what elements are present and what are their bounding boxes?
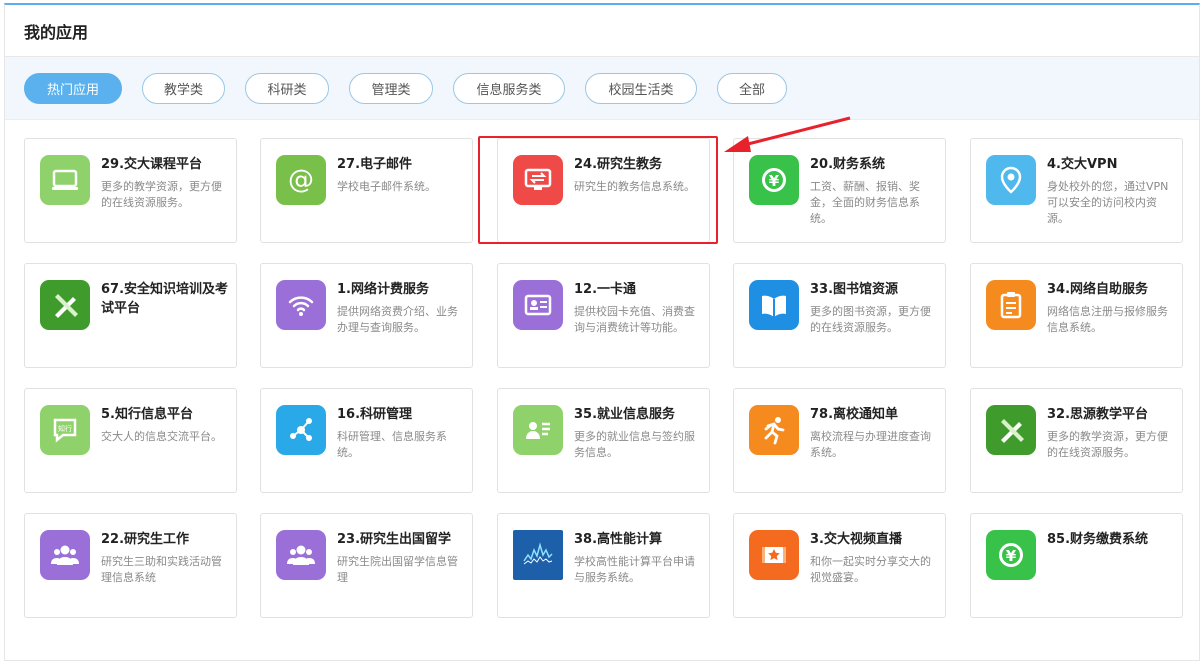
app-description: 离校流程与办理进度查询系统。	[810, 430, 931, 459]
app-name: 1.网络计费服务	[337, 282, 429, 297]
tab-research[interactable]: 科研类	[245, 72, 329, 104]
film-star-icon	[749, 530, 799, 580]
resume-icon	[513, 405, 563, 455]
app-description: 提供网络资费介绍、业务办理与查询服务。	[337, 305, 458, 334]
app-name: 27.电子邮件	[337, 157, 413, 172]
app-card-info-platform[interactable]: 知行 5.知行信息平台 交大人的信息交流平台。	[24, 388, 237, 493]
tab-campus-life[interactable]: 校园生活类	[585, 72, 697, 104]
app-card-finance[interactable]: ¥ 20.财务系统 工资、薪酬、报销、奖金，全面的财务信息系统。	[733, 138, 946, 243]
app-description: 研究生的教务信息系统。	[574, 180, 695, 193]
app-description: 工资、薪酬、报销、奖金，全面的财务信息系统。	[810, 180, 920, 225]
svg-text:¥: ¥	[769, 172, 780, 190]
app-card-graduate-work[interactable]: 22.研究生工作 研究生三助和实践活动管理信息系统	[24, 513, 237, 618]
app-card-siyuan-teaching[interactable]: 32.思源教学平台 更多的教学资源，更方便的在线资源服务。	[970, 388, 1183, 493]
wifi-icon	[276, 280, 326, 330]
panel-header: 我的应用	[5, 5, 1199, 57]
tab-teaching[interactable]: 教学类	[142, 72, 225, 104]
app-card-research-management[interactable]: 16.科研管理 科研管理、信息服务系统。	[260, 388, 473, 493]
users-icon	[276, 530, 326, 580]
app-name: 78.离校通知单	[810, 407, 899, 422]
app-description: 交大人的信息交流平台。	[101, 430, 222, 443]
app-description: 学校电子邮件系统。	[337, 180, 436, 193]
app-name: 4.交大VPN	[1047, 157, 1118, 172]
pencil-ruler-icon	[986, 405, 1036, 455]
svg-text:知行: 知行	[58, 424, 72, 433]
app-name: 24.研究生教务	[574, 157, 663, 172]
app-name: 33.图书馆资源	[810, 282, 899, 297]
app-description: 更多的图书资源，更方便的在线资源服务。	[810, 305, 931, 334]
app-card-course-platform[interactable]: 29.交大课程平台 更多的教学资源，更方便的在线资源服务。	[24, 138, 237, 243]
svg-text:@: @	[288, 165, 314, 195]
page-title: 我的应用	[24, 22, 89, 42]
app-card-graduate-affairs[interactable]: 24.研究生教务 研究生的教务信息系统。	[497, 138, 710, 243]
yen-icon: ¥	[986, 530, 1036, 580]
users-icon	[40, 530, 90, 580]
line-chart-icon	[513, 530, 563, 580]
app-card-hpc[interactable]: 38.高性能计算 学校高性能计算平台申请与服务系统。	[497, 513, 710, 618]
app-name: 34.网络自助服务	[1047, 282, 1149, 297]
app-description: 网络信息注册与报修服务信息系统。	[1047, 305, 1168, 334]
app-name: 35.就业信息服务	[574, 407, 676, 422]
app-name: 67.安全知识培训及考试平台	[101, 282, 229, 316]
tab-hot-apps[interactable]: 热门应用	[24, 72, 122, 104]
app-card-vpn[interactable]: 4.交大VPN 身处校外的您，通过VPN可以安全的访问校内资源。	[970, 138, 1183, 243]
app-name: 29.交大课程平台	[101, 157, 203, 172]
app-card-departure-notice[interactable]: 78.离校通知单 离校流程与办理进度查询系统。	[733, 388, 946, 493]
app-description: 科研管理、信息服务系统。	[337, 430, 447, 459]
app-name: 3.交大视频直播	[810, 532, 902, 547]
app-name: 23.研究生出国留学	[337, 532, 452, 547]
app-name: 85.财务缴费系统	[1047, 532, 1149, 547]
app-card-email[interactable]: @ 27.电子邮件 学校电子邮件系统。	[260, 138, 473, 243]
app-name: 38.高性能计算	[574, 532, 663, 547]
app-card-employment[interactable]: 35.就业信息服务 更多的就业信息与签约服务信息。	[497, 388, 710, 493]
monitor-icon	[40, 155, 90, 205]
app-card-network-billing[interactable]: 1.网络计费服务 提供网络资费介绍、业务办理与查询服务。	[260, 263, 473, 368]
screen-transfer-icon	[513, 155, 563, 205]
app-description: 更多的教学资源，更方便的在线资源服务。	[1047, 430, 1168, 459]
app-description: 身处校外的您，通过VPN可以安全的访问校内资源。	[1047, 180, 1169, 225]
app-card-network-self-service[interactable]: 34.网络自助服务 网络信息注册与报修服务信息系统。	[970, 263, 1183, 368]
app-card-finance-payment[interactable]: ¥ 85.财务缴费系统	[970, 513, 1183, 618]
svg-text:¥: ¥	[1006, 547, 1017, 565]
app-name: 22.研究生工作	[101, 532, 190, 547]
clipboard-icon	[986, 280, 1036, 330]
app-name: 20.财务系统	[810, 157, 886, 172]
app-card-video-live[interactable]: 3.交大视频直播 和你一起实时分享交大的视觉盛宴。	[733, 513, 946, 618]
app-description: 和你一起实时分享交大的视觉盛宴。	[810, 555, 931, 584]
app-card-campus-card[interactable]: 12.一卡通 提供校园卡充值、消费查询与消费统计等功能。	[497, 263, 710, 368]
app-description: 更多的就业信息与签约服务信息。	[574, 430, 695, 459]
book-icon	[749, 280, 799, 330]
app-name: 32.思源教学平台	[1047, 407, 1149, 422]
app-description: 提供校园卡充值、消费查询与消费统计等功能。	[574, 305, 695, 334]
runner-icon	[749, 405, 799, 455]
app-name: 5.知行信息平台	[101, 407, 193, 422]
location-pin-icon	[986, 155, 1036, 205]
tab-info-services[interactable]: 信息服务类	[453, 72, 565, 104]
category-filter-bar: 热门应用 教学类 科研类 管理类 信息服务类 校园生活类 全部	[5, 57, 1199, 120]
app-name: 12.一卡通	[574, 282, 637, 297]
pencil-ruler-icon	[40, 280, 90, 330]
app-description: 学校高性能计算平台申请与服务系统。	[574, 555, 695, 584]
tab-all[interactable]: 全部	[717, 72, 787, 104]
app-description: 研究生三助和实践活动管理信息系统	[101, 555, 222, 584]
app-name: 16.科研管理	[337, 407, 413, 422]
chat-bubble-icon: 知行	[40, 405, 90, 455]
app-card-graduate-study-abroad[interactable]: 23.研究生出国留学 研究生院出国留学信息管理	[260, 513, 473, 618]
app-description: 更多的教学资源，更方便的在线资源服务。	[101, 180, 222, 209]
id-card-icon	[513, 280, 563, 330]
app-description: 研究生院出国留学信息管理	[337, 555, 458, 584]
tab-management[interactable]: 管理类	[349, 72, 433, 104]
app-card-safety-training[interactable]: 67.安全知识培训及考试平台	[24, 263, 237, 368]
at-icon: @	[276, 155, 326, 205]
yen-icon: ¥	[749, 155, 799, 205]
app-card-library[interactable]: 33.图书馆资源 更多的图书资源，更方便的在线资源服务。	[733, 263, 946, 368]
molecule-icon	[276, 405, 326, 455]
